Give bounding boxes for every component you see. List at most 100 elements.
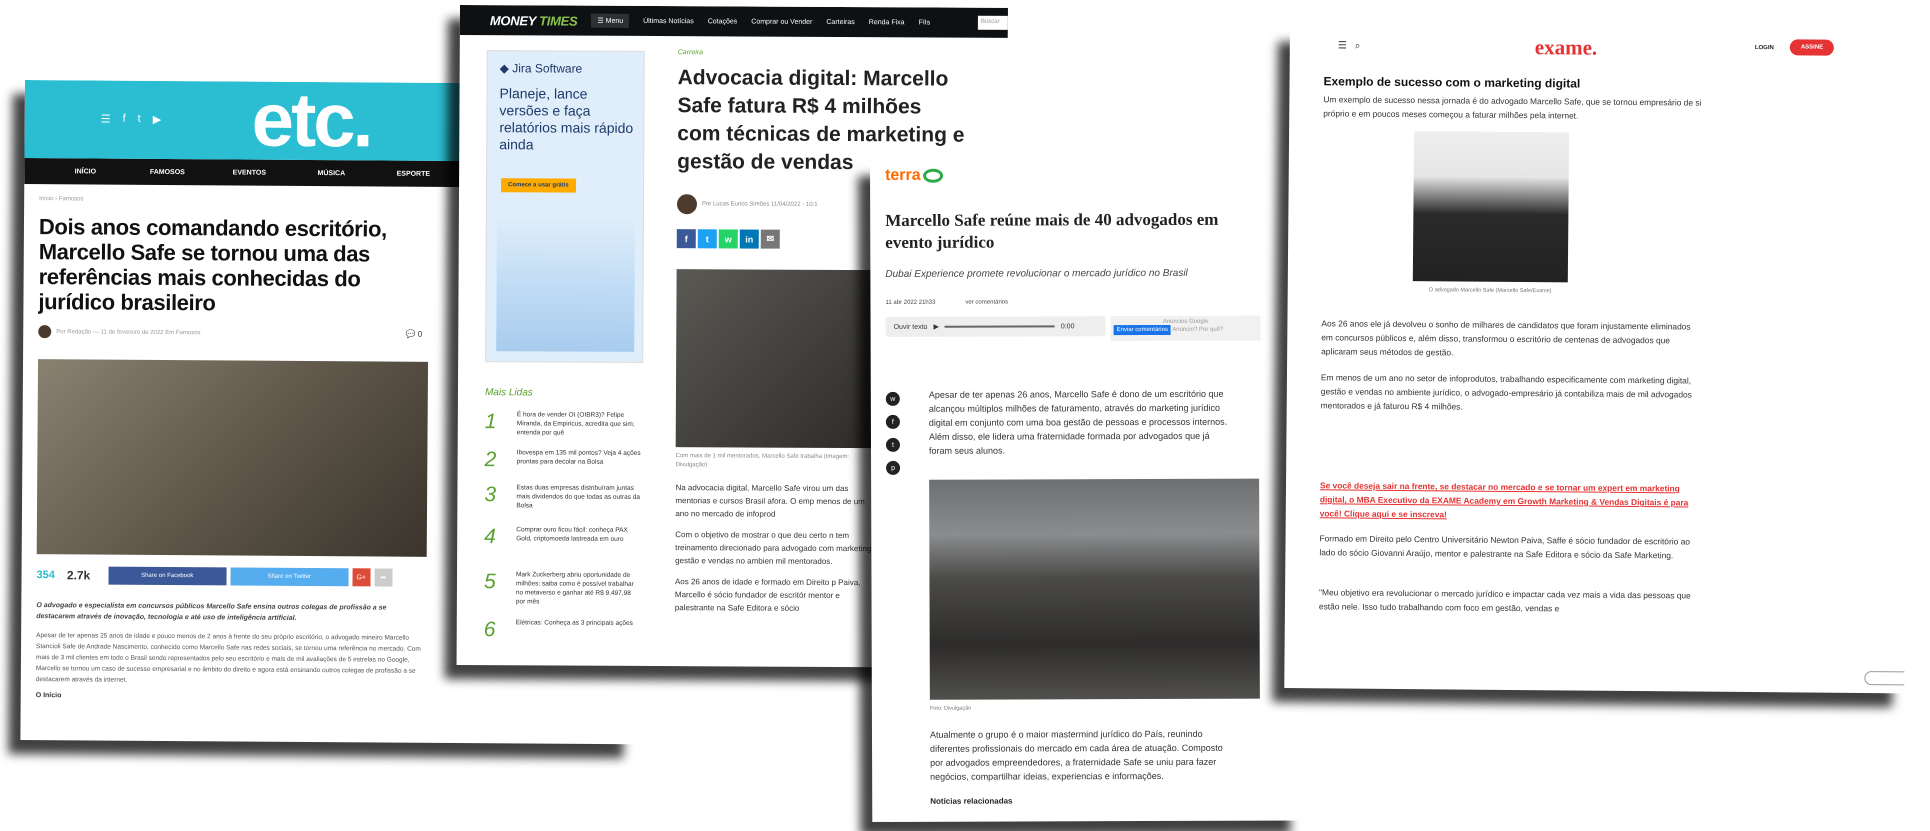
article-body: Apesar de ter apenas 25 anos de idade e … <box>35 632 421 684</box>
nav-fiis[interactable]: FIIs <box>919 19 931 26</box>
twitter-icon[interactable]: t <box>138 113 141 126</box>
mt-logo-times: TIMES <box>539 12 578 29</box>
list-number: 1 <box>484 410 497 434</box>
photo-caption: O advogado Marcello Safe (Marcello Safe/… <box>1428 287 1552 295</box>
exame-logo[interactable]: exame. <box>1535 35 1598 61</box>
search-input[interactable]: Buscar <box>977 15 1008 30</box>
share-bar: 354 2.7k Share on Facebook Share on Twit… <box>36 565 426 588</box>
whatsapp-icon[interactable]: w <box>885 391 900 406</box>
ad-illustration <box>496 216 635 352</box>
menu-button[interactable]: ☰ Menu <box>591 13 630 28</box>
paragraph-1: Na advocacia digital, Marcello Safe viro… <box>675 483 865 519</box>
comment-count[interactable]: 💬 0 <box>406 330 423 339</box>
list-item[interactable]: 4 Comprar ouro ficou fácil: conheça PAX G… <box>484 525 642 550</box>
byline-text: Por Lucas Eurico Simões 11/04/2022 - 10:… <box>701 201 818 208</box>
login-link[interactable]: LOGIN <box>1755 45 1774 51</box>
etc-logo[interactable]: etc. <box>251 80 371 163</box>
share-count: 354 <box>36 569 55 582</box>
menu-icon[interactable]: ☰ <box>101 113 111 126</box>
twitter-icon[interactable]: t <box>885 437 901 452</box>
paragraph-1: Um exemplo de sucesso nessa jornada é do… <box>1323 94 1702 121</box>
photo-caption: Com mais de 1 mil mentorados, Marcello S… <box>675 453 850 469</box>
send-feedback-button[interactable]: Enviar comentários <box>1113 324 1171 336</box>
list-number: 6 <box>483 618 496 642</box>
list-text[interactable]: Mark Zuckerberg abriu oportunidade de mi… <box>516 570 641 607</box>
terra-logo-mark <box>922 168 943 183</box>
list-text[interactable]: Comprar ouro ficou fácil: conheça PAX Go… <box>516 525 641 550</box>
email-icon[interactable]: ✉ <box>760 229 780 249</box>
article-date: 11 abr 2022 21h33 <box>885 299 936 306</box>
google-plus-icon[interactable]: G+ <box>352 568 371 587</box>
nav-carteiras[interactable]: Carteiras <box>826 18 854 25</box>
list-item[interactable]: 3 Estas duas empresas distribuíram juntas… <box>484 483 642 511</box>
mt-logo[interactable]: MONEY TIMES <box>490 13 578 28</box>
share-twitter-button[interactable]: Share on Twitter <box>230 567 349 587</box>
facebook-icon[interactable]: f <box>123 113 126 126</box>
nav-item-esporte[interactable]: ESPORTE <box>372 170 454 178</box>
paragraph-2: Atualmente o grupo é o maior mastermind … <box>929 728 1223 782</box>
audio-progress[interactable] <box>944 325 1055 328</box>
list-text[interactable]: Elétricas: Conheça as 3 principais ações <box>516 618 641 643</box>
share-column: w f t p <box>885 391 901 475</box>
nav-item-musica[interactable]: MÚSICA <box>290 169 372 177</box>
nav-cotacoes[interactable]: Cotações <box>708 18 738 25</box>
menu-icon[interactable]: ☰ <box>1338 40 1347 51</box>
list-item[interactable]: 2 Ibovespa em 135 mil pontos? Veja 4 açõe… <box>485 448 643 473</box>
subscribe-button[interactable]: ASSINE <box>1789 39 1835 56</box>
listen-label: Ouvir texto <box>893 323 928 331</box>
ad-cta-button[interactable]: Comece a usar grátis <box>501 178 576 193</box>
search-icon[interactable]: ⌕ <box>1355 41 1361 52</box>
group-photo <box>929 478 1260 700</box>
google-ads-box: Anúncios Google Enviar comentários Anúnc… <box>1110 315 1261 342</box>
list-text[interactable]: Estas duas empresas distribuíram juntas … <box>516 483 641 511</box>
category-label[interactable]: Carreira <box>678 49 703 56</box>
youtube-icon[interactable]: ▶ <box>153 113 162 126</box>
facebook-icon[interactable]: f <box>676 229 696 249</box>
article-title: Advocacia digital: Marcello Safe fatura … <box>677 66 965 175</box>
exame-header-icons: ☰ ⌕ <box>1338 40 1361 51</box>
audio-player[interactable]: Ouvir texto ▶ 0:00 <box>885 316 1106 337</box>
breadcrumb[interactable]: Início › Famosos <box>39 196 83 202</box>
author-avatar[interactable] <box>676 194 698 215</box>
nav-ultimas[interactable]: Últimas Notícias <box>643 17 694 24</box>
twitter-icon[interactable]: t <box>697 229 717 249</box>
paragraph-3: Aos 26 anos de idade e formado em Direit… <box>674 577 861 613</box>
article-photo <box>36 359 429 557</box>
scroll-pill[interactable] <box>1864 671 1910 686</box>
play-icon[interactable]: ▶ <box>933 323 938 331</box>
list-text[interactable]: É hora de vender OI (OIBR3)? Felipe Mira… <box>517 410 642 438</box>
mba-cta-link[interactable]: Se você deseja sair na frente, se destac… <box>1320 478 1700 523</box>
article-body: Na advocacia digital, Marcello Safe viro… <box>675 481 876 615</box>
nav-renda-fixa[interactable]: Renda Fixa <box>869 19 905 26</box>
pinterest-icon[interactable]: p <box>886 460 901 475</box>
nav-item-famosos[interactable]: FAMOSOS <box>126 168 208 176</box>
article-photo <box>675 269 877 449</box>
article-subtitle: Dubai Experience promete revolucionar o … <box>885 267 1188 280</box>
facebook-icon[interactable]: f <box>885 414 900 429</box>
list-item[interactable]: 6 Elétricas: Conheça as 3 principais açõe… <box>484 618 642 643</box>
ad-brand: ◆ Jira Software <box>499 61 583 76</box>
author-avatar[interactable] <box>38 325 52 339</box>
list-text[interactable]: Ibovespa em 135 mil pontos? Veja 4 ações… <box>517 448 642 473</box>
linkedin-icon[interactable]: in <box>739 229 759 249</box>
list-number: 4 <box>484 525 496 549</box>
why-ad-link[interactable]: Anúncio? Por quê? <box>1172 327 1223 333</box>
whatsapp-icon[interactable]: w <box>718 229 738 249</box>
list-item[interactable]: 1 É hora de vender OI (OIBR3)? Felipe Mir… <box>485 410 643 438</box>
paragraph-3: Em menos de um ano no setor de infoprodu… <box>1320 372 1692 412</box>
social-share-bar: f t w in ✉ <box>676 229 780 249</box>
comments-link[interactable]: ver comentários <box>965 300 1008 306</box>
share-arrow-icon[interactable]: ➦ <box>374 568 393 587</box>
mt-header: MONEY TIMES ☰ Menu Últimas Notícias Cota… <box>459 5 1008 38</box>
terra-logo[interactable]: terra <box>885 167 943 185</box>
exame-article-screenshot: ☰ ⌕ exame. LOGIN ASSINE Exemplo de suces… <box>1284 28 1910 694</box>
share-facebook-button[interactable]: Share on Facebook <box>108 566 227 586</box>
paragraph-2: Com o objetivo de mostrar o que deu cert… <box>675 530 874 566</box>
paragraph-5: "Meu objetivo era revolucionar o mercado… <box>1318 587 1691 614</box>
section-heading: Exemplo de sucesso com o marketing digit… <box>1323 74 1581 91</box>
nav-item-eventos[interactable]: EVENTOS <box>208 169 290 177</box>
nav-item-inicio[interactable]: INÍCIO <box>44 168 126 176</box>
nav-comprar[interactable]: Comprar ou Vender <box>751 18 812 25</box>
list-item[interactable]: 5 Mark Zuckerberg abriu oportunidade de m… <box>484 570 642 607</box>
jira-ad[interactable]: ◆ Jira Software Planeje, lance versões e… <box>485 50 645 363</box>
